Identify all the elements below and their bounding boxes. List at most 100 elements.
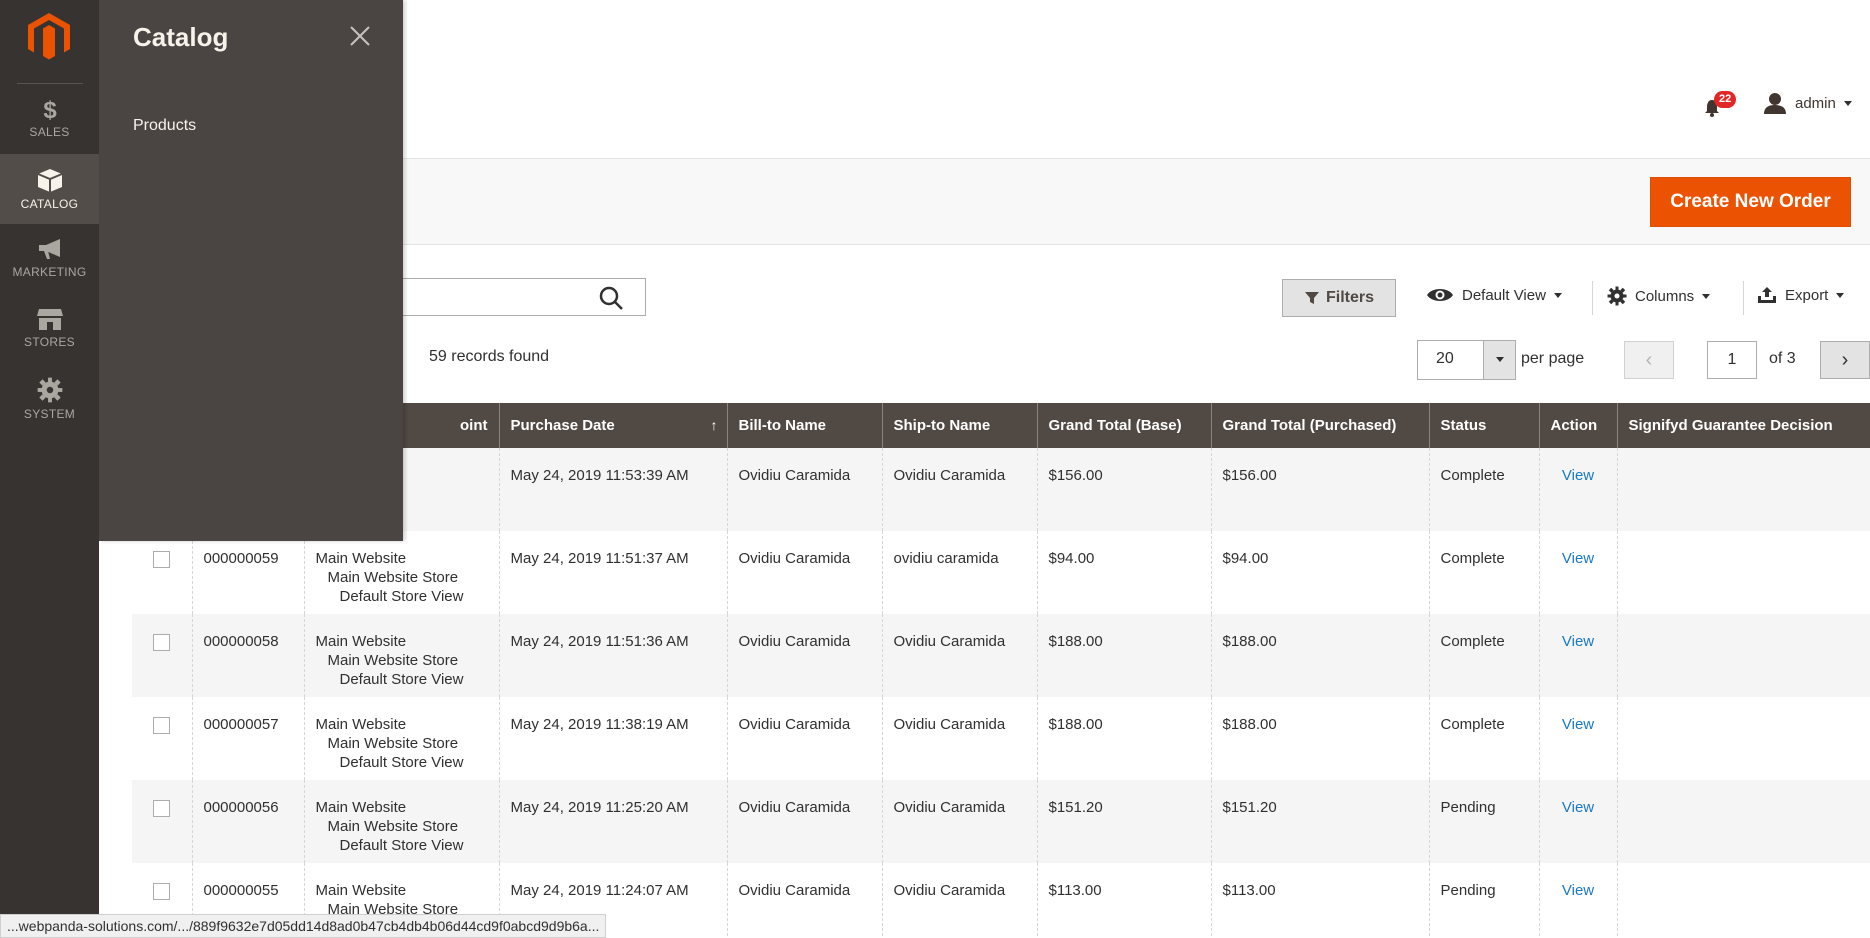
menu-item-marketing[interactable]: MARKETING xyxy=(0,224,99,294)
view-order-link[interactable]: View xyxy=(1562,467,1594,484)
order-status: Complete xyxy=(1429,697,1540,780)
close-icon[interactable] xyxy=(348,24,372,48)
row-checkbox[interactable] xyxy=(153,717,171,734)
bill-to-name-header[interactable]: Bill-to Name xyxy=(727,403,883,448)
view-order-link[interactable]: View xyxy=(1562,550,1594,567)
dollar-icon: $ xyxy=(43,97,57,121)
order-status: Complete xyxy=(1429,531,1540,614)
view-label: Default View xyxy=(1462,286,1546,304)
products-menu-link[interactable]: Products xyxy=(133,117,196,135)
chevron-down-icon xyxy=(1496,357,1504,362)
order-status: Complete xyxy=(1429,614,1540,697)
signifyd-decision-header[interactable]: Signifyd Guarantee Decision xyxy=(1617,403,1870,448)
page-total-label: of 3 xyxy=(1769,350,1796,367)
columns-label: Columns xyxy=(1635,287,1695,305)
signifyd-decision xyxy=(1617,531,1870,614)
filters-label: Filters xyxy=(1325,289,1374,306)
next-page-button[interactable]: › xyxy=(1820,341,1870,379)
table-row[interactable]: 000000057 Main Website Main Website Store… xyxy=(132,697,1870,780)
create-new-order-button[interactable]: Create New Order xyxy=(1650,177,1851,227)
purchase-point: Main Website Main Website Store Default St… xyxy=(304,531,500,614)
export-label: Export xyxy=(1785,286,1829,304)
export-selector[interactable]: Export xyxy=(1757,286,1845,304)
purchase-date: May 24, 2019 11:25:20 AM xyxy=(499,780,728,863)
user-icon xyxy=(1764,93,1786,114)
menu-item-system[interactable]: SYSTEM xyxy=(0,364,99,434)
order-id: 000000059 xyxy=(192,531,305,614)
signifyd-decision xyxy=(1617,614,1870,697)
row-checkbox[interactable] xyxy=(153,883,171,900)
per-page-value: 20 xyxy=(1436,350,1454,367)
menu-item-stores[interactable]: STORES xyxy=(0,294,99,364)
eye-icon xyxy=(1427,289,1453,301)
previous-page-button[interactable]: ‹ xyxy=(1624,341,1674,379)
grand-total-base-header[interactable]: Grand Total (Base) xyxy=(1037,403,1212,448)
menu-item-sales[interactable]: $ SALES xyxy=(0,84,99,154)
action-cell: View xyxy=(1539,448,1618,531)
row-checkbox[interactable] xyxy=(153,551,171,568)
signifyd-decision xyxy=(1617,863,1870,938)
bill-to-name: Ovidiu Caramida xyxy=(727,780,883,863)
row-checkbox[interactable] xyxy=(153,634,171,651)
view-order-link[interactable]: View xyxy=(1562,799,1594,816)
bill-to-name: Ovidiu Caramida xyxy=(727,863,883,938)
menu-item-catalog[interactable]: CATALOG xyxy=(0,154,99,224)
flyout-title: Catalog xyxy=(133,22,229,52)
row-checkbox-cell[interactable] xyxy=(132,697,193,780)
purchase-point: Main Website Main Website Store Default St… xyxy=(304,780,500,863)
magento-logo-icon[interactable] xyxy=(27,12,71,62)
row-checkbox-cell[interactable] xyxy=(132,614,193,697)
signifyd-decision xyxy=(1617,697,1870,780)
ship-to-name: Ovidiu Caramida xyxy=(882,863,1038,938)
purchase-point: Main Website Main Website Store Default St… xyxy=(304,697,500,780)
row-checkbox-cell[interactable] xyxy=(132,780,193,863)
filters-button[interactable]: Filters xyxy=(1282,279,1396,317)
order-status: Pending xyxy=(1429,863,1540,938)
view-order-link[interactable]: View xyxy=(1562,882,1594,899)
ship-to-name: Ovidiu Caramida xyxy=(882,448,1038,531)
signifyd-decision xyxy=(1617,780,1870,863)
admin-user-menu[interactable]: admin xyxy=(1763,92,1852,114)
action-cell: View xyxy=(1539,614,1618,697)
grand-total-purchased-header[interactable]: Grand Total (Purchased) xyxy=(1211,403,1430,448)
chevron-down-icon xyxy=(1843,100,1852,106)
ship-to-name: ovidiu caramida xyxy=(882,531,1038,614)
table-row[interactable]: 000000059 Main Website Main Website Store… xyxy=(132,531,1870,614)
chevron-down-icon xyxy=(1702,293,1711,299)
megaphone-icon xyxy=(38,239,60,259)
bill-to-name: Ovidiu Caramida xyxy=(727,614,883,697)
action-cell: View xyxy=(1539,780,1618,863)
view-order-link[interactable]: View xyxy=(1562,633,1594,650)
catalog-flyout-panel: Catalog Products xyxy=(99,0,403,541)
gear-icon xyxy=(37,377,62,403)
row-checkbox[interactable] xyxy=(153,800,171,817)
menu-label: STORES xyxy=(24,335,75,349)
box-icon xyxy=(37,169,62,192)
action-header: Action xyxy=(1539,403,1618,448)
columns-selector[interactable]: Columns xyxy=(1607,286,1711,306)
table-row[interactable]: 000000058 Main Website Main Website Store… xyxy=(132,614,1870,697)
signifyd-decision xyxy=(1617,448,1870,531)
page-number-input[interactable]: 1 xyxy=(1707,341,1757,379)
menu-label: SYSTEM xyxy=(23,407,76,421)
status-header[interactable]: Status xyxy=(1429,403,1540,448)
records-found-count: 59 records found xyxy=(429,348,550,365)
view-order-link[interactable]: View xyxy=(1562,716,1594,733)
ship-to-name-header[interactable]: Ship-to Name xyxy=(882,403,1038,448)
grand-total-base: $156.00 xyxy=(1037,448,1212,531)
browser-status-bar: ...webpanda-solutions.com/.../889f9632e7… xyxy=(0,914,607,938)
table-row[interactable]: 000000056 Main Website Main Website Store… xyxy=(132,780,1870,863)
grand-total-base: $188.00 xyxy=(1037,614,1212,697)
grand-total-base: $113.00 xyxy=(1037,863,1212,938)
admin-sidebar: $ SALES CATALOG MARKETING STORES SYSTEM xyxy=(0,0,99,938)
view-selector[interactable]: Default View xyxy=(1426,286,1562,304)
per-page-dropdown-button[interactable] xyxy=(1483,341,1515,379)
gear-icon xyxy=(1607,286,1627,306)
search-icon[interactable] xyxy=(598,285,624,311)
per-page-label: per page xyxy=(1521,350,1585,367)
export-icon xyxy=(1758,287,1776,303)
purchase-date-header[interactable]: Purchase Date ↑ xyxy=(499,403,728,448)
purchase-date: May 24, 2019 11:53:39 AM xyxy=(499,448,728,531)
action-cell: View xyxy=(1539,863,1618,938)
row-checkbox-cell[interactable] xyxy=(132,531,193,614)
